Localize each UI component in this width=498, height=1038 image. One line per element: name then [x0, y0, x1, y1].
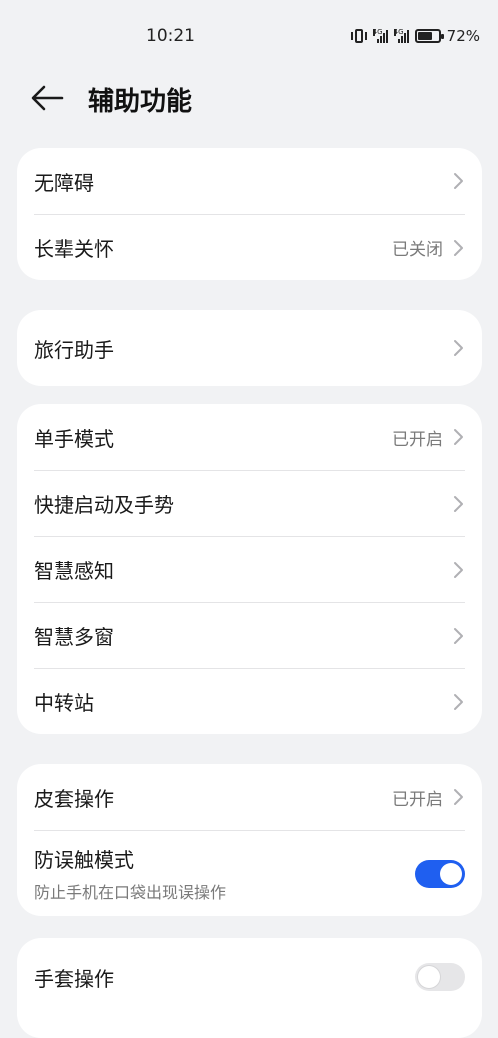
- battery-icon: [414, 29, 444, 43]
- chevron-right-icon: [454, 429, 463, 445]
- network-label-2: 4G: [393, 28, 404, 36]
- header: 辅助功能: [0, 72, 498, 132]
- settings-group-general: 无障碍 长辈关怀 已关闭: [17, 148, 482, 280]
- settings-group-cover: 皮套操作 已开启 防误触模式 防止手机在口袋出现误操作: [17, 764, 482, 916]
- status-time: 10:21: [146, 26, 195, 46]
- signal-icon-1: 4G: [372, 28, 388, 43]
- settings-group-interaction: 单手模式 已开启 快捷启动及手势 智慧感知 智慧多窗 中转站: [17, 404, 482, 734]
- list-item-transfer-station[interactable]: 中转站: [34, 668, 465, 734]
- glove-mode-toggle[interactable]: [415, 963, 465, 991]
- item-label: 手套操作: [34, 966, 114, 991]
- page-title: 辅助功能: [88, 87, 193, 117]
- item-label: 智慧感知: [34, 559, 114, 583]
- chevron-right-icon: [454, 340, 463, 356]
- item-status: 已开启: [392, 789, 443, 810]
- vibrate-icon: [350, 29, 367, 43]
- toggle-knob: [440, 862, 462, 885]
- list-item-accessibility[interactable]: 无障碍: [34, 148, 465, 214]
- list-item-travel-assistant[interactable]: 旅行助手: [34, 310, 465, 386]
- back-button[interactable]: [30, 84, 70, 114]
- item-label: 无障碍: [34, 170, 94, 195]
- status-bar: 10:21 4G 4G 72%: [0, 0, 498, 72]
- item-subtitle: 防止手机在口袋出现误操作: [34, 883, 227, 902]
- item-label: 智慧多窗: [34, 625, 114, 649]
- network-label-1: 4G: [372, 28, 383, 36]
- item-label: 中转站: [34, 691, 94, 715]
- chevron-right-icon: [454, 495, 463, 512]
- item-label: 长辈关怀: [34, 237, 114, 261]
- signal-icon-2: 4G: [393, 28, 409, 43]
- back-arrow-icon: [31, 85, 64, 111]
- item-status: 已关闭: [392, 240, 443, 260]
- list-item-one-hand-mode[interactable]: 单手模式 已开启: [34, 404, 465, 470]
- chevron-right-icon: [454, 239, 463, 256]
- item-label: 快捷启动及手势: [34, 493, 174, 517]
- list-item-elder-care[interactable]: 长辈关怀 已关闭: [34, 214, 465, 280]
- list-item-glove-mode: 手套操作: [34, 938, 465, 1016]
- list-item-smart-multi-window[interactable]: 智慧多窗: [34, 602, 465, 668]
- mistouch-toggle[interactable]: [415, 859, 465, 888]
- item-label: 旅行助手: [34, 337, 114, 362]
- item-label: 防误触模式: [34, 848, 134, 872]
- list-item-shortcuts-gestures[interactable]: 快捷启动及手势: [34, 470, 465, 536]
- battery-percent: 72%: [446, 27, 480, 45]
- status-icons: 4G 4G 72%: [350, 27, 480, 45]
- chevron-right-icon: [454, 561, 463, 578]
- battery-fill: [417, 32, 433, 40]
- chevron-right-icon: [454, 173, 463, 189]
- chevron-right-icon: [454, 627, 463, 644]
- settings-group-glove: 手套操作: [17, 938, 482, 1038]
- toggle-knob: [418, 966, 440, 988]
- chevron-right-icon: [454, 789, 463, 805]
- list-item-mistouch-prevention: 防误触模式 防止手机在口袋出现误操作: [34, 830, 465, 916]
- list-item-cover-operation[interactable]: 皮套操作 已开启: [34, 764, 465, 830]
- list-item-smart-perception[interactable]: 智慧感知: [34, 536, 465, 602]
- item-status: 已开启: [392, 429, 443, 450]
- item-label: 单手模式: [34, 426, 114, 451]
- settings-group-travel: 旅行助手: [17, 310, 482, 386]
- chevron-right-icon: [454, 693, 463, 710]
- item-label: 皮套操作: [34, 786, 114, 811]
